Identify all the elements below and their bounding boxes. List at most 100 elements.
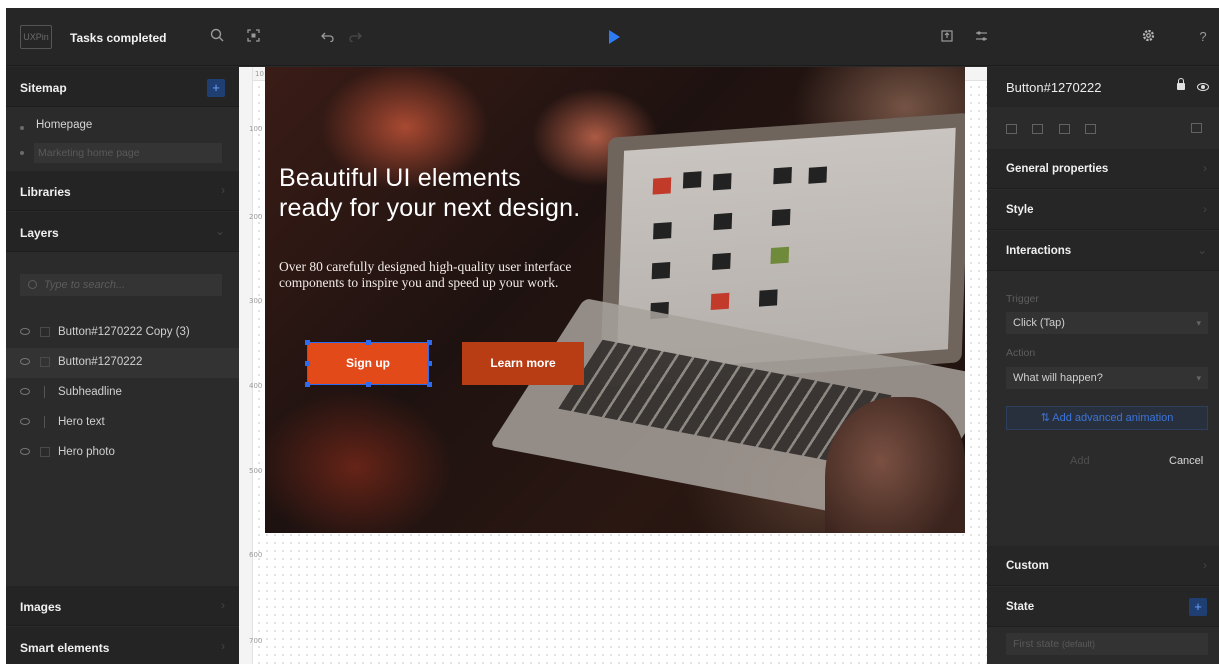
state-title: State [1006,601,1035,613]
properties-panel: Button#1270222 General properties › Styl… [987,67,1219,664]
left-panel: Sitemap + Homepage Marketing home page L… [6,67,239,664]
sitemap-header[interactable]: Sitemap + [6,67,239,107]
layers-header[interactable]: Layers ⌄ [6,212,239,252]
resize-handle[interactable] [305,340,310,345]
chevron-down-icon: ⌄ [1196,243,1207,257]
project-title[interactable]: Tasks completed [70,31,166,45]
eye-icon[interactable] [20,418,30,425]
text-layer-icon [44,416,45,428]
app-tile [653,222,672,240]
chevron-down-icon: ▾ [1196,373,1201,383]
app-tile [682,171,702,189]
group-icon[interactable] [1191,123,1202,133]
resize-handle[interactable] [366,340,371,345]
design-canvas[interactable]: 10 200 300 400 500 600 700 800 900 100 2… [239,67,987,664]
chevron-right-icon: › [1203,202,1207,216]
resize-handle[interactable] [427,361,432,366]
custom-title: Custom [1006,560,1049,572]
learn-more-button[interactable]: Learn more [462,342,584,385]
fit-screen-icon[interactable] [244,26,262,48]
arrange-toolbar [1006,123,1108,137]
eye-icon[interactable] [20,358,30,365]
send-backward-icon[interactable] [1058,124,1070,134]
search-icon[interactable] [208,26,226,48]
images-header[interactable]: Images › [6,586,239,626]
action-select[interactable]: What will happen? ▾ [1006,367,1208,389]
export-icon[interactable] [938,26,956,48]
app-tile [771,208,791,227]
hero-title-line: Beautiful UI elements [279,164,521,192]
first-state-item[interactable]: First state (default) [1006,633,1208,655]
smart-elements-title: Smart elements [20,641,110,655]
settings-sliders-icon[interactable] [972,26,990,48]
resize-handle[interactable] [305,382,310,387]
bring-to-front-icon[interactable] [1032,124,1044,134]
ruler-label: 300 [249,297,263,305]
sitemap-page-homepage[interactable]: Homepage [36,119,92,131]
layers-search-input[interactable]: Type to search... [20,274,222,296]
layer-name: Button#1270222 [58,356,143,368]
trigger-value: Click (Tap) [1013,317,1065,329]
search-icon [28,280,37,289]
help-icon[interactable]: ? [1194,26,1212,48]
smart-elements-header[interactable]: Smart elements › [6,627,239,664]
resize-handle[interactable] [427,382,432,387]
general-properties-section[interactable]: General properties › [987,149,1219,189]
sitemap-title: Sitemap [20,81,67,95]
play-icon[interactable] [609,30,620,44]
libraries-header[interactable]: Libraries › [6,171,239,211]
eye-icon[interactable] [1197,83,1209,91]
add-state-button[interactable]: + [1189,598,1207,616]
add-page-button[interactable]: + [207,79,225,97]
interactions-section[interactable]: Interactions ⌄ [987,231,1219,271]
layer-row[interactable]: Hero text [6,408,239,438]
app-logo[interactable]: UXPin [20,25,52,49]
hero-photo[interactable]: Beautiful UI elements ready for your nex… [265,67,965,533]
add-interaction-button[interactable]: Add [1070,455,1090,467]
page-bullet-icon [20,151,24,155]
chevron-right-icon: › [221,183,225,197]
ruler-label: 500 [249,467,263,475]
text-layer-icon [44,386,45,398]
bring-forward-icon[interactable] [1006,124,1017,134]
chevron-right-icon: › [221,598,225,612]
app-tile [652,177,672,195]
custom-section[interactable]: Custom › [987,546,1219,586]
style-section[interactable]: Style › [987,190,1219,230]
style-title: Style [1006,204,1034,216]
selection-frame [307,342,429,385]
layer-row-selected[interactable]: Button#1270222 [6,348,239,378]
element-name[interactable]: Button#1270222 [1006,80,1101,95]
send-to-back-icon[interactable] [1085,124,1097,134]
state-section[interactable]: State + [987,587,1219,627]
layer-row[interactable]: Button#1270222 Copy (3) [6,318,239,348]
ruler-label: 200 [249,213,263,221]
ruler-label: 400 [249,382,263,390]
eye-icon[interactable] [20,448,30,455]
subheadline[interactable]: Over 80 carefully designed high-quality … [279,259,571,291]
rectangle-icon [40,327,50,337]
hero-text[interactable]: Beautiful UI elements ready for your nex… [279,163,580,223]
gear-icon[interactable] [1139,26,1157,48]
undo-icon[interactable] [318,26,336,48]
ruler-label: 600 [249,551,263,559]
eye-icon[interactable] [20,388,30,395]
resize-handle[interactable] [366,382,371,387]
chevron-down-icon: ⌄ [214,224,225,238]
lock-icon[interactable] [1177,78,1185,90]
eye-icon[interactable] [20,328,30,335]
redo-icon[interactable] [346,26,364,48]
page-bullet-icon [20,126,24,130]
trigger-select[interactable]: Click (Tap) ▾ [1006,312,1208,334]
resize-handle[interactable] [427,340,432,345]
resize-handle[interactable] [305,361,310,366]
layer-name: Button#1270222 Copy (3) [58,326,190,338]
layers-title: Layers [20,226,59,240]
add-advanced-animation-button[interactable]: ⇅ Add advanced animation [1006,406,1208,430]
layer-row[interactable]: Subheadline [6,378,239,408]
cancel-button[interactable]: Cancel [1169,455,1203,467]
new-page-input[interactable]: Marketing home page [34,143,222,163]
layer-row[interactable]: Hero photo [6,438,239,468]
chevron-right-icon: › [221,639,225,653]
layer-name: Hero text [58,416,105,428]
